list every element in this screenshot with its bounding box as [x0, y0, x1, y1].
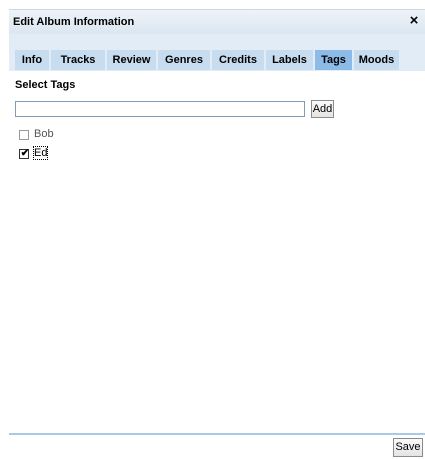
- tags-panel: Select Tags Add Bob ✔ Ed: [9, 71, 425, 441]
- tab-genres[interactable]: Genres: [158, 50, 210, 70]
- tag-label: Ed: [32, 146, 49, 160]
- checkmark-icon: ✔: [20, 148, 30, 159]
- close-icon[interactable]: ×: [407, 13, 421, 29]
- tab-moods[interactable]: Moods: [354, 50, 399, 70]
- save-button[interactable]: Save: [393, 438, 423, 457]
- dialog-titlebar: Edit Album Information ×: [9, 9, 425, 34]
- dialog-title: Edit Album Information: [13, 16, 135, 28]
- tab-info[interactable]: Info: [15, 50, 49, 70]
- tab-tracks[interactable]: Tracks: [51, 50, 105, 70]
- edit-album-dialog: Edit Album Information × Info Tracks Rev…: [9, 9, 425, 459]
- tag-checkbox-bob[interactable]: [19, 130, 29, 140]
- tag-input[interactable]: [15, 101, 305, 117]
- tab-bar: Info Tracks Review Genres Credits Labels…: [9, 34, 425, 71]
- tab-labels[interactable]: Labels: [266, 50, 313, 70]
- tag-label: Bob: [34, 128, 54, 140]
- section-title: Select Tags: [15, 79, 76, 91]
- tab-credits[interactable]: Credits: [212, 50, 264, 70]
- footer-divider: [9, 433, 425, 435]
- tag-checkbox-ed[interactable]: ✔: [19, 148, 30, 159]
- tab-tags[interactable]: Tags: [315, 50, 352, 70]
- add-tag-button[interactable]: Add: [311, 100, 334, 118]
- tab-review[interactable]: Review: [107, 50, 156, 70]
